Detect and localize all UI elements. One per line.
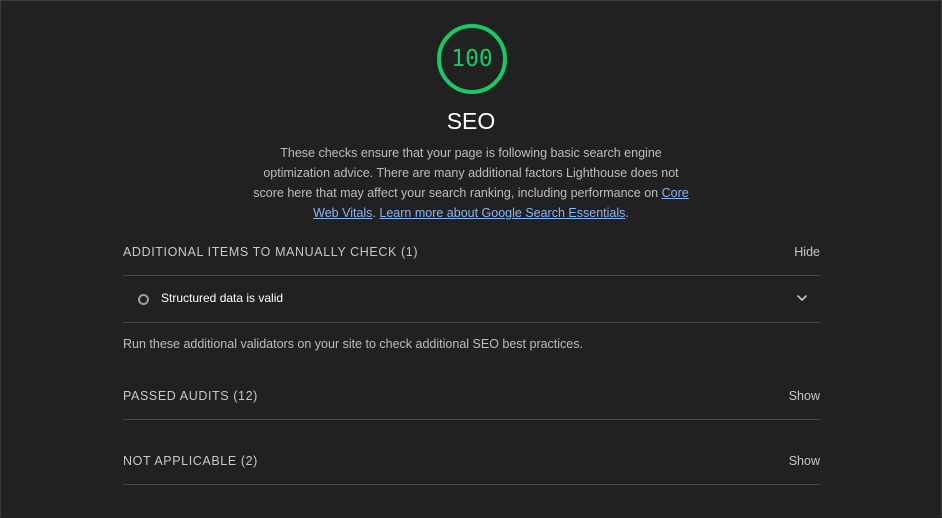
audit-structured-data[interactable]: Structured data is valid: [123, 277, 820, 321]
divider: [123, 322, 820, 323]
audit-label: Structured data is valid: [161, 291, 284, 305]
category-title: SEO: [446, 108, 496, 134]
passed-audits-show-toggle[interactable]: Show: [789, 389, 820, 403]
manual-audit-icon: [138, 294, 149, 305]
description-end: .: [625, 206, 629, 220]
description-text: These checks ensure that your page is fo…: [253, 146, 679, 200]
divider: [123, 484, 820, 485]
divider: [123, 419, 820, 420]
category-description: These checks ensure that your page is fo…: [251, 143, 691, 223]
manual-check-header[interactable]: ADDITIONAL ITEMS TO MANUALLY CHECK (1) H…: [123, 245, 820, 265]
manual-check-hide-toggle[interactable]: Hide: [794, 245, 820, 259]
manual-check-title: ADDITIONAL ITEMS TO MANUALLY CHECK (1): [123, 245, 419, 259]
chevron-down-icon[interactable]: [796, 292, 808, 304]
not-applicable-title: NOT APPLICABLE (2): [123, 454, 258, 468]
passed-audits-header[interactable]: PASSED AUDITS (12) Show: [123, 389, 820, 409]
not-applicable-header[interactable]: NOT APPLICABLE (2) Show: [123, 454, 820, 474]
not-applicable-show-toggle[interactable]: Show: [789, 454, 820, 468]
divider: [123, 275, 820, 276]
manual-check-note: Run these additional validators on your …: [123, 337, 583, 351]
score-value: 100: [451, 46, 493, 72]
passed-audits-title: PASSED AUDITS (12): [123, 389, 258, 403]
seo-category-panel: 100 SEO These checks ensure that your pa…: [0, 0, 942, 517]
score-gauge[interactable]: 100: [436, 23, 508, 95]
search-essentials-link[interactable]: Learn more about Google Search Essential…: [379, 206, 625, 220]
